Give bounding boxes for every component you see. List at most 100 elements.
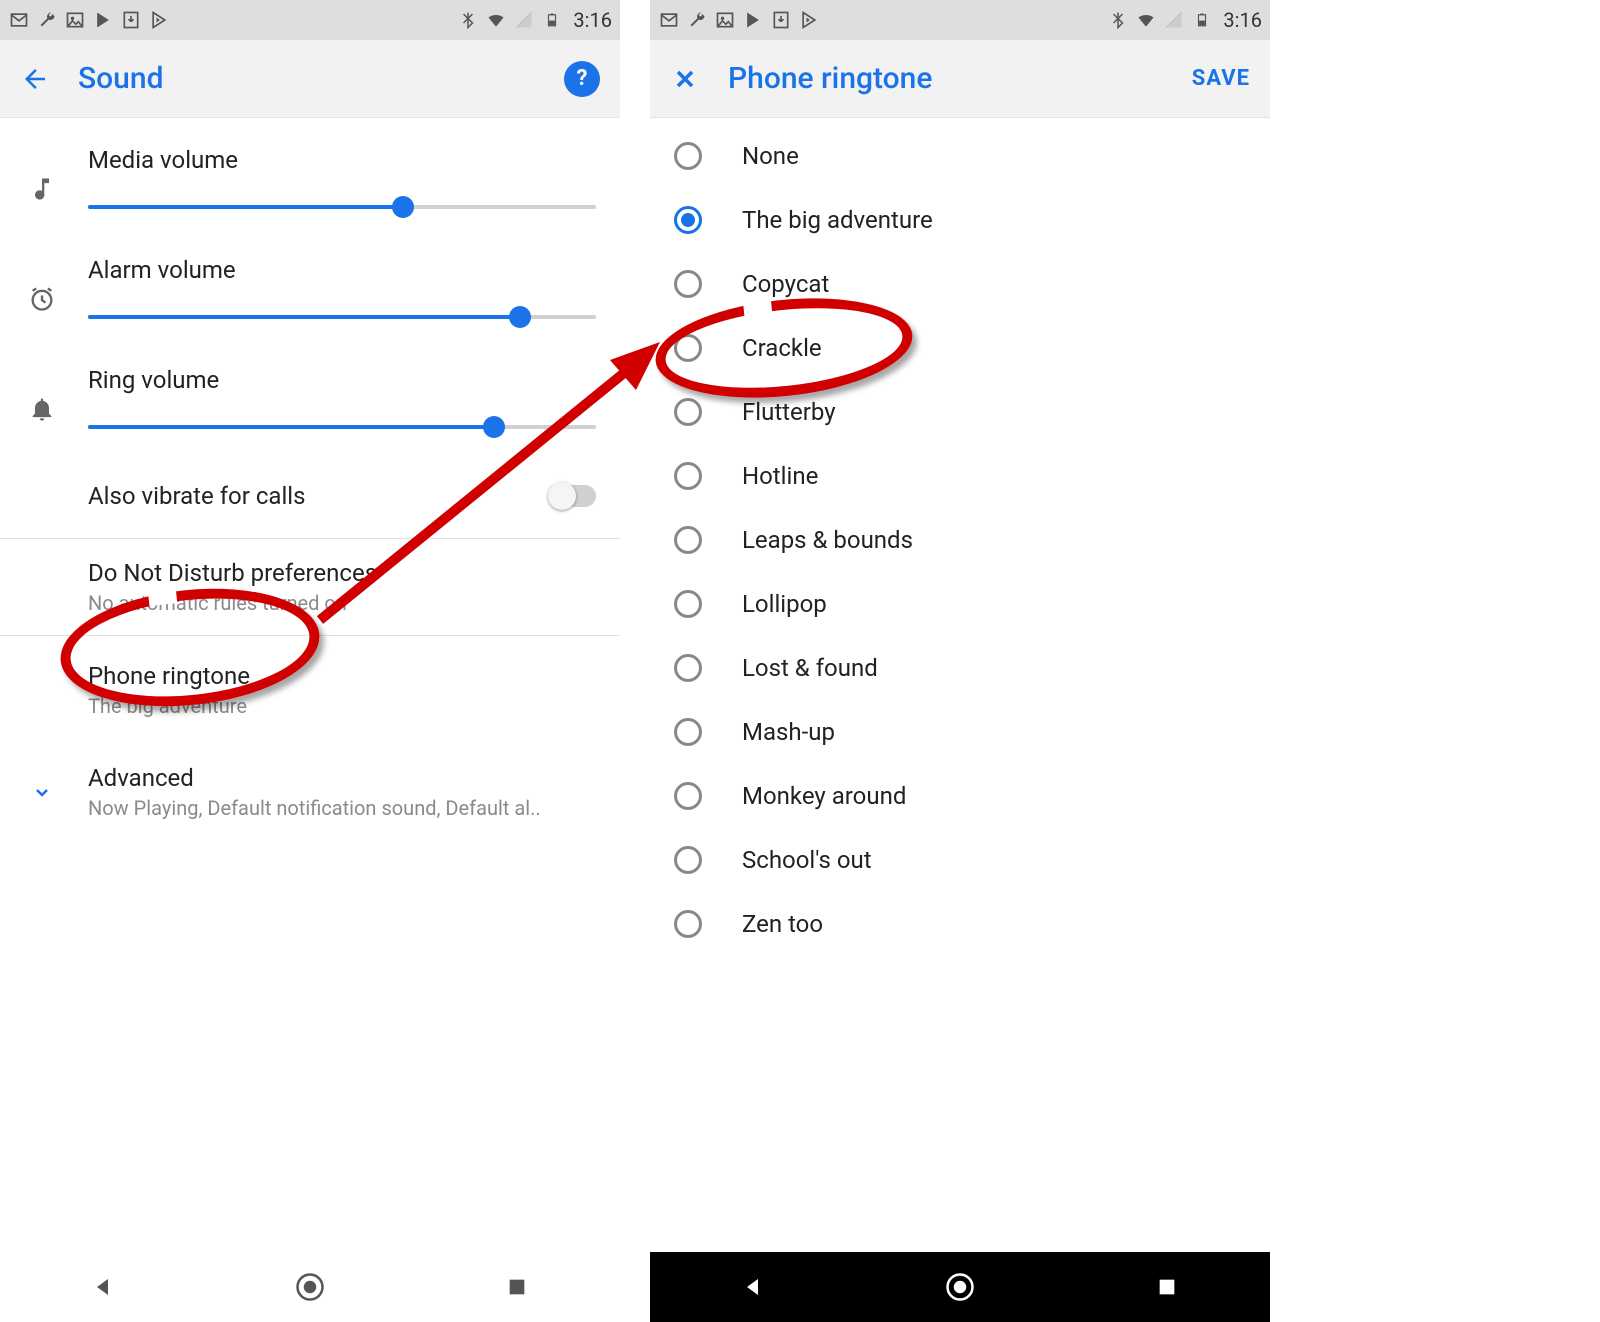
ringtone-option-the-big-adventure[interactable]: The big adventure: [650, 188, 1270, 252]
radio-button[interactable]: [674, 782, 702, 810]
ringtone-label: Leaps & bounds: [742, 526, 913, 554]
ringtone-label: Monkey around: [742, 782, 906, 810]
nav-home-button[interactable]: [943, 1270, 977, 1304]
ringtone-option-lollipop[interactable]: Lollipop: [650, 572, 1270, 636]
status-left-icons: [658, 9, 820, 31]
ringtone-option-copycat[interactable]: Copycat: [650, 252, 1270, 316]
help-button[interactable]: ?: [564, 61, 600, 97]
ringtone-title: Phone ringtone: [88, 662, 596, 690]
ringtone-label: None: [742, 142, 799, 170]
radio-button[interactable]: [674, 526, 702, 554]
vibrate-label: Also vibrate for calls: [88, 482, 522, 510]
ringtone-picker-screen: 3:16 Phone ringtone SAVE None The big adv…: [650, 0, 1270, 1322]
page-title: Sound: [78, 61, 536, 96]
page-title: Phone ringtone: [728, 61, 1164, 96]
wifi-icon: [1135, 9, 1157, 31]
advanced-row[interactable]: Advanced Now Playing, Default notificati…: [0, 744, 620, 840]
status-bar: 3:16: [0, 0, 620, 40]
ringtone-label: School's out: [742, 846, 872, 874]
ringtone-label: Copycat: [742, 270, 829, 298]
ringtone-label: Flutterby: [742, 398, 836, 426]
radio-button[interactable]: [674, 334, 702, 362]
ringtone-option-zen-too[interactable]: Zen too: [650, 892, 1270, 956]
save-button[interactable]: SAVE: [1192, 66, 1250, 91]
bluetooth-icon: [457, 9, 479, 31]
play-icon: [798, 9, 820, 31]
ringtone-label: Lollipop: [742, 590, 827, 618]
alarm-volume-row: Alarm volume: [0, 244, 620, 354]
ringtone-option-mash-up[interactable]: Mash-up: [650, 700, 1270, 764]
radio-button[interactable]: [674, 206, 702, 234]
play-icon: [148, 9, 170, 31]
ringtone-label: Lost & found: [742, 654, 878, 682]
system-nav-bar: [0, 1252, 620, 1322]
ringtone-option-monkey-around[interactable]: Monkey around: [650, 764, 1270, 828]
back-button[interactable]: [20, 64, 50, 94]
ringtone-option-crackle[interactable]: Crackle: [650, 316, 1270, 380]
download-icon: [770, 9, 792, 31]
close-button[interactable]: [670, 64, 700, 94]
status-left-icons: [8, 9, 170, 31]
radio-button[interactable]: [674, 654, 702, 682]
alarm-volume-label: Alarm volume: [88, 256, 596, 284]
ringtone-option-school-s-out[interactable]: School's out: [650, 828, 1270, 892]
radio-button[interactable]: [674, 462, 702, 490]
gmail-icon: [658, 9, 680, 31]
ringtone-label: The big adventure: [742, 206, 933, 234]
nav-back-button[interactable]: [86, 1270, 120, 1304]
status-right-icons: 3:16: [457, 8, 612, 32]
wrench-icon: [36, 9, 58, 31]
radio-button[interactable]: [674, 590, 702, 618]
status-right-icons: 3:16: [1107, 8, 1262, 32]
status-bar: 3:16: [650, 0, 1270, 40]
nav-home-button[interactable]: [293, 1270, 327, 1304]
vibrate-toggle[interactable]: [550, 485, 596, 507]
ring-volume-label: Ring volume: [88, 366, 596, 394]
nav-back-button[interactable]: [736, 1270, 770, 1304]
ringtone-label: Mash-up: [742, 718, 835, 746]
battery-icon: [541, 9, 563, 31]
play-store-icon: [92, 9, 114, 31]
ringtone-list[interactable]: None The big adventure Copycat Crackle Flutt…: [650, 118, 1270, 956]
nav-recents-button[interactable]: [500, 1270, 534, 1304]
dnd-preferences-row[interactable]: Do Not Disturb preferences No automatic …: [0, 539, 620, 635]
gmail-icon: [8, 9, 30, 31]
bell-icon: [24, 395, 60, 423]
ringtone-option-hotline[interactable]: Hotline: [650, 444, 1270, 508]
app-bar: Sound ?: [0, 40, 620, 118]
dnd-title: Do Not Disturb preferences: [88, 559, 596, 587]
radio-button[interactable]: [674, 398, 702, 426]
no-sim-icon: [1163, 9, 1185, 31]
alarm-volume-slider[interactable]: [88, 302, 596, 332]
status-time: 3:16: [1219, 8, 1262, 32]
ring-volume-row: Ring volume: [0, 354, 620, 464]
music-note-icon: [24, 175, 60, 203]
radio-button[interactable]: [674, 718, 702, 746]
radio-button[interactable]: [674, 846, 702, 874]
media-volume-label: Media volume: [88, 146, 596, 174]
nav-recents-button[interactable]: [1150, 1270, 1184, 1304]
system-nav-bar: [650, 1252, 1270, 1322]
ringtone-option-leaps-bounds[interactable]: Leaps & bounds: [650, 508, 1270, 572]
wrench-icon: [686, 9, 708, 31]
media-volume-slider[interactable]: [88, 192, 596, 222]
ringtone-option-lost-found[interactable]: Lost & found: [650, 636, 1270, 700]
advanced-title: Advanced: [88, 764, 596, 792]
phone-ringtone-row[interactable]: Phone ringtone The big adventure: [0, 636, 620, 744]
ringtone-label: Zen too: [742, 910, 823, 938]
ringtone-option-none[interactable]: None: [650, 124, 1270, 188]
ringtone-label: Crackle: [742, 334, 822, 362]
radio-button[interactable]: [674, 142, 702, 170]
ringtone-option-flutterby[interactable]: Flutterby: [650, 380, 1270, 444]
radio-button[interactable]: [674, 270, 702, 298]
alarm-icon: [24, 285, 60, 313]
status-time: 3:16: [569, 8, 612, 32]
radio-button[interactable]: [674, 910, 702, 938]
no-sim-icon: [513, 9, 535, 31]
ring-volume-slider[interactable]: [88, 412, 596, 442]
download-icon: [120, 9, 142, 31]
vibrate-for-calls-row[interactable]: Also vibrate for calls: [0, 464, 620, 538]
ringtone-label: Hotline: [742, 462, 818, 490]
sound-settings-screen: 3:16 Sound ? Media volume Alarm volume: [0, 0, 620, 1322]
play-store-icon: [742, 9, 764, 31]
